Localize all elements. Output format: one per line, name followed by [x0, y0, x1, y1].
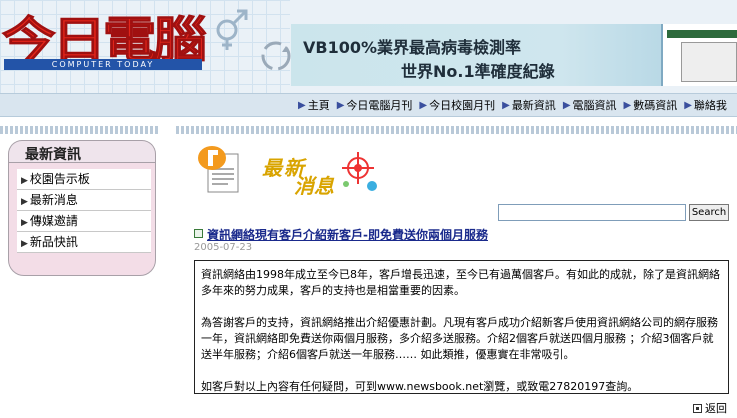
article-paragraph: 為答謝客戶的支持，資訊網絡推出介紹優惠計劃。凡現有客戶成功介紹新客戶使用資訊網絡… [201, 316, 718, 361]
sidebar-item-latest-news[interactable]: ▶ 最新消息 [17, 190, 151, 211]
nav-item-contact[interactable]: ▶ 聯絡我 [684, 97, 727, 113]
target-icon [342, 152, 377, 191]
article-paragraph: 如客戶對以上內容有任何疑問，可到www.newsbook.net瀏覽，或致電27… [201, 380, 639, 393]
sidebar-item-media-invitation[interactable]: ▶ 傳媒邀請 [17, 211, 151, 232]
sidebar-item-new-products[interactable]: ▶ 新品快訊 [17, 232, 151, 253]
sidebar-panel: ▶ 校園告示板 ▶ 最新消息 ▶ 傳媒邀請 ▶ 新品快訊 [8, 162, 156, 276]
nav-arrow-icon: ▶ [298, 99, 306, 111]
news-logo-text-2: 消息 [294, 174, 334, 198]
site-logo[interactable]: 今日電腦 COMPUTER TODAY [1, 6, 212, 70]
banner-screenshot-bar [667, 30, 737, 38]
banner-line2: 世界No.1準確度紀錄 [401, 62, 555, 81]
search-button[interactable]: Search [689, 204, 729, 221]
nav-arrow-icon: ▶ [502, 99, 510, 111]
main-nav: ▶ 主頁 ▶ 今日電腦月刊 ▶ 今日校園月刊 ▶ 最新資訊 ▶ 電腦資訊 ▶ 數碼資訊 ▶ 聯… [0, 93, 737, 117]
nav-item-label: 最新資訊 [511, 99, 556, 112]
divider-dashes [0, 126, 160, 134]
article-date: 2005-07-23 [194, 242, 253, 253]
back-link[interactable]: 返回 [693, 400, 727, 416]
nav-item-digital-info[interactable]: ▶ 數碼資訊 [624, 97, 678, 113]
nav-item-latest-news[interactable]: ▶ 最新資訊 [502, 97, 556, 113]
search-input[interactable] [498, 204, 686, 221]
bullet-arrow-icon: ▶ [21, 218, 28, 228]
sidebar-title: 最新資訊 [25, 147, 81, 163]
nav-item-label: 今日校園月刊 [429, 99, 496, 112]
sidebar-item-label: 傳媒邀請 [29, 214, 78, 228]
sidebar-item-label: 最新消息 [29, 193, 78, 207]
sidebar-item-label: 校園告示板 [29, 172, 90, 186]
bullet-arrow-icon: ▶ [21, 176, 28, 186]
nav-item-label: 聯絡我 [693, 99, 727, 112]
nav-arrow-icon: ▶ [623, 99, 632, 111]
banner-screenshot-image [661, 24, 737, 86]
banner-screenshot-window [681, 42, 737, 82]
article-paragraph: 資訊網絡由1998年成立至今已8年，客戶增長迅速，至今已有過萬個客戶。有如此的成… [201, 268, 720, 297]
nav-items: ▶ 主頁 ▶ 今日電腦月刊 ▶ 今日校園月刊 ▶ 最新資訊 ▶ 電腦資訊 ▶ 數碼資訊 ▶ 聯… [298, 94, 734, 116]
nav-arrow-icon: ▶ [684, 99, 692, 111]
nav-item-label: 數碼資訊 [633, 99, 678, 112]
banner-line1: VB100%業界最高病毒檢測率 [303, 38, 522, 57]
logo-subtitle: COMPUTER TODAY [4, 59, 202, 70]
nav-item-home[interactable]: ▶ 主頁 [298, 97, 330, 113]
bullet-arrow-icon: ▶ [21, 197, 28, 207]
nav-arrow-icon: ▶ [336, 99, 345, 111]
back-icon [693, 403, 702, 413]
back-label: 返回 [705, 402, 727, 415]
sidebar-item-label: 新品快訊 [29, 235, 78, 249]
bullet-arrow-icon: ▶ [21, 239, 28, 249]
article-bullet-icon [194, 229, 203, 238]
site-header: 今日電腦 COMPUTER TODAY VB100%業界最高病毒檢測率 世界No… [0, 0, 737, 93]
nav-item-label: 電腦資訊 [572, 99, 617, 112]
divider-dashes [176, 126, 737, 134]
article-body: 資訊網絡由1998年成立至今已8年，客戶增長迅速，至今已有過萬個客戶。有如此的成… [194, 260, 729, 394]
recycle-icon [261, 41, 291, 71]
gender-symbols-icon [216, 9, 248, 50]
nav-arrow-icon: ▶ [419, 99, 428, 111]
nav-item-label: 今日電腦月刊 [346, 99, 413, 112]
news-section-header: 最新 消息 [196, 144, 386, 200]
nav-item-campus-monthly[interactable]: ▶ 今日校園月刊 [419, 97, 495, 113]
nav-item-computer-today-monthly[interactable]: ▶ 今日電腦月刊 [337, 97, 413, 113]
document-icon [198, 146, 239, 193]
article-title-link[interactable]: 資訊網絡現有客戶介紹新客戶-即免費送你兩個月服務 [207, 226, 488, 243]
nav-arrow-icon: ▶ [562, 99, 571, 111]
sidebar-item-campus-board[interactable]: ▶ 校園告示板 [17, 169, 151, 190]
antivirus-banner-ad[interactable]: VB100%業界最高病毒檢測率 世界No.1準確度紀錄 [291, 24, 737, 86]
nav-item-computer-info[interactable]: ▶ 電腦資訊 [563, 97, 617, 113]
sidebar: 最新資訊 ▶ 校園告示板 ▶ 最新消息 ▶ 傳媒邀請 ▶ 新品快訊 [8, 140, 156, 276]
sidebar-list: ▶ 校園告示板 ▶ 最新消息 ▶ 傳媒邀請 ▶ 新品快訊 [17, 169, 151, 253]
nav-item-label: 主頁 [307, 99, 330, 112]
